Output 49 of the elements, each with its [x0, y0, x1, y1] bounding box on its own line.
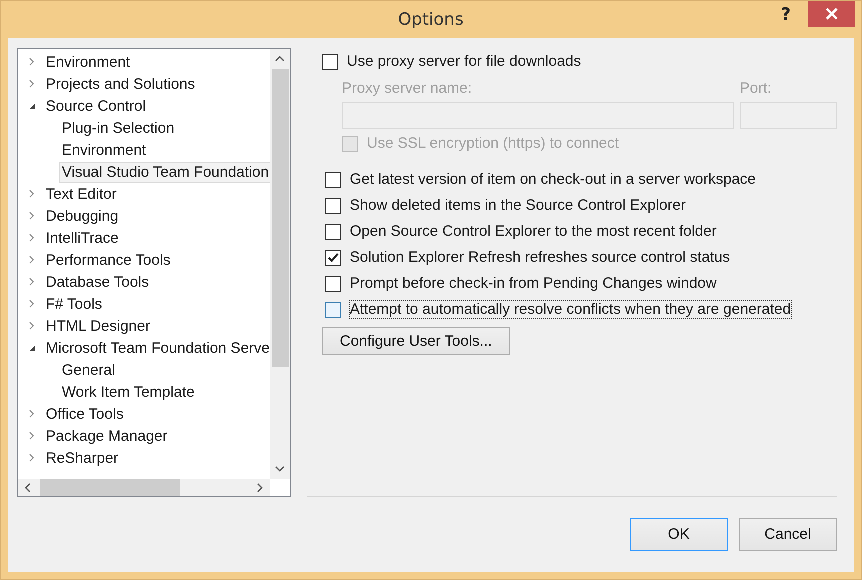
- checkbox-label: Attempt to automatically resolve conflicts when they are generated: [350, 301, 792, 318]
- checkbox[interactable]: [325, 250, 341, 266]
- checkbox[interactable]: [325, 172, 341, 188]
- horizontal-scrollbar[interactable]: [18, 479, 270, 496]
- help-button[interactable]: ?: [777, 5, 795, 25]
- tree-item[interactable]: Environment: [43, 52, 134, 72]
- scroll-left-icon[interactable]: [24, 482, 32, 492]
- tree-item[interactable]: Debugging: [43, 206, 122, 226]
- checkbox-label: Show deleted items in the Source Control Explorer: [350, 197, 686, 214]
- tree-item[interactable]: Projects and Solutions: [43, 74, 198, 94]
- tree-item[interactable]: Office Tools: [43, 404, 127, 424]
- checkbox[interactable]: [325, 198, 341, 214]
- field-label: Proxy server name:: [342, 80, 474, 97]
- tree-item[interactable]: Plug-in Selection: [59, 118, 178, 138]
- scroll-right-icon[interactable]: [256, 482, 264, 492]
- checkbox[interactable]: [325, 276, 341, 292]
- tree-item[interactable]: Database Tools: [43, 272, 152, 292]
- checkbox-label: Get latest version of item on check-out in a server workspace: [350, 171, 756, 188]
- checkbox-label: Use proxy server for file downloads: [347, 53, 582, 70]
- scroll-down-icon[interactable]: [275, 465, 285, 473]
- window-title: Options: [398, 10, 464, 30]
- tree-item[interactable]: Text Editor: [43, 184, 120, 204]
- tree-item[interactable]: F# Tools: [43, 294, 106, 314]
- tree-item[interactable]: IntelliTrace: [43, 228, 122, 248]
- dialog-button[interactable]: OK: [630, 518, 728, 551]
- scroll-up-icon[interactable]: [275, 55, 285, 63]
- tree-item[interactable]: Environment: [59, 140, 150, 160]
- tree-item[interactable]: ReSharper: [43, 448, 122, 468]
- tree-item[interactable]: Source Control: [43, 96, 150, 116]
- checkbox-label: Open Source Control Explorer to the most recent folder: [350, 223, 717, 240]
- tree-item[interactable]: HTML Designer: [43, 316, 154, 336]
- tree-item[interactable]: Work Item Template: [59, 382, 198, 402]
- close-icon: [824, 7, 838, 21]
- checkbox[interactable]: [325, 224, 341, 240]
- field-label: Port:: [740, 80, 773, 97]
- dialog-button[interactable]: Cancel: [739, 518, 837, 551]
- tree-item[interactable]: Microsoft Team Foundation Serve: [43, 338, 270, 358]
- tree-item[interactable]: General: [59, 360, 118, 380]
- vertical-scrollbar[interactable]: [270, 49, 290, 479]
- checkbox[interactable]: [325, 302, 341, 318]
- checkbox[interactable]: [322, 54, 338, 70]
- checkbox-label: Solution Explorer Refresh refreshes source control status: [350, 249, 730, 266]
- tree-item[interactable]: Performance Tools: [43, 250, 174, 270]
- close-button[interactable]: [808, 1, 855, 27]
- configure-user-tools-button[interactable]: Configure User Tools...: [322, 327, 510, 355]
- tree-item[interactable]: Visual Studio Team Foundation: [59, 162, 270, 182]
- checkbox-label: Prompt before check-in from Pending Changes window: [350, 275, 717, 292]
- tree-item[interactable]: Package Manager: [43, 426, 171, 446]
- checkbox-label: Use SSL encryption (https) to connect: [367, 135, 620, 152]
